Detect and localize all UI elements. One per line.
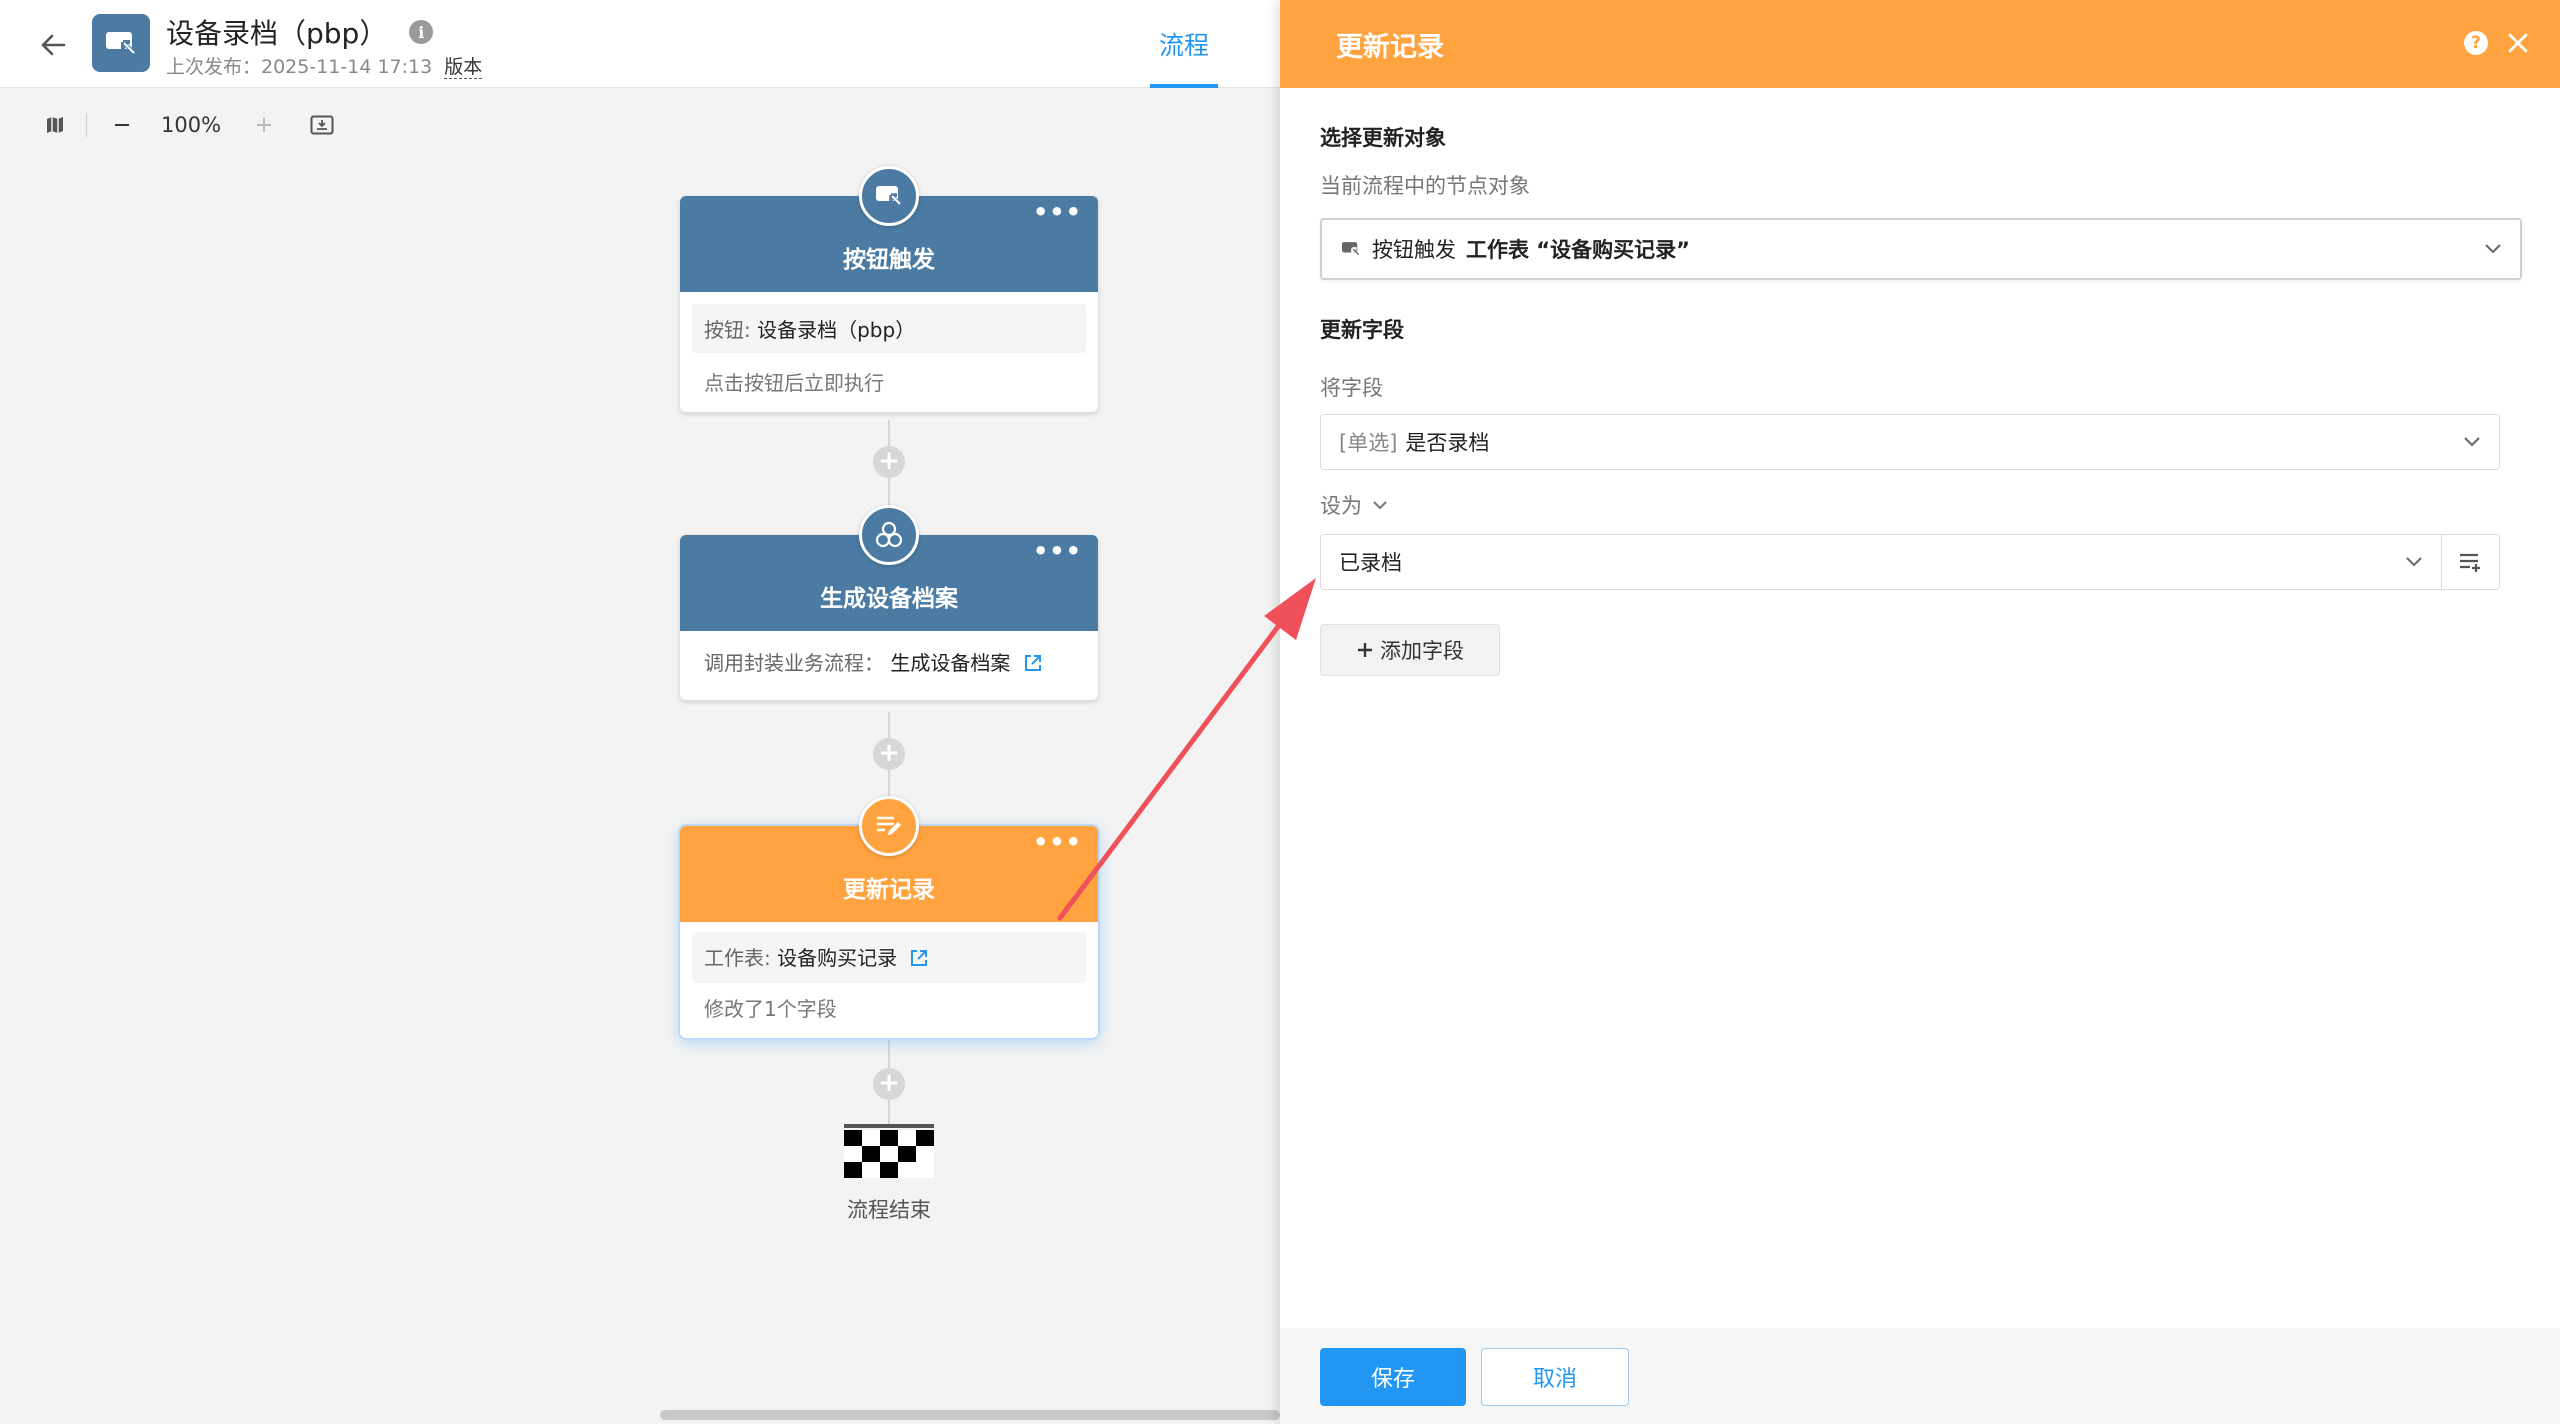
version-link[interactable]: 版本 (444, 56, 483, 79)
node-desc: 点击按钮后立即执行 (704, 371, 884, 395)
target-label: 当前流程中的节点对象 (1320, 174, 1530, 198)
more-icon[interactable]: ••• (1033, 830, 1082, 854)
fit-screen-icon[interactable] (305, 108, 339, 142)
zoom-in-icon[interactable] (247, 108, 281, 142)
field-value: 是否录档 (1405, 431, 1490, 455)
button-label: 按钮: (704, 318, 751, 342)
panel-title: 更新记录 (1336, 31, 1444, 63)
cursor-click-icon (1342, 242, 1361, 257)
last-publish-text: 上次发布：2025-11-14 17:13 (166, 56, 433, 78)
zoom-level: 100% (161, 113, 222, 137)
chevron-down-icon (2406, 557, 2422, 567)
set-label: 设为 (1320, 494, 1362, 518)
node-title: 按钮触发 (843, 247, 935, 273)
node-detail: 按钮: 设备录档（pbp） (692, 304, 1086, 353)
field-select[interactable]: [单选] 是否录档 (1320, 414, 2500, 470)
button-value: 设备录档（pbp） (757, 318, 916, 342)
chevron-down-icon (1373, 501, 1387, 510)
node-detail: 工作表: 设备购买记录 (692, 932, 1086, 983)
node-body: 按钮: 设备录档（pbp） 点击按钮后立即执行 (680, 292, 1098, 412)
fields-section-title: 更新字段 (1320, 318, 1404, 342)
target-node-name: 按钮触发 (1372, 238, 1456, 262)
back-arrow-icon[interactable] (34, 26, 72, 64)
set-mode-toggle[interactable]: 设为 (1320, 490, 1388, 520)
help-icon[interactable]: ? (2464, 31, 2488, 55)
sheet-value: 设备购买记录 (777, 946, 898, 970)
cancel-button[interactable]: 取消 (1481, 1348, 1629, 1406)
horizontal-scrollbar[interactable] (660, 1410, 1280, 1420)
more-icon[interactable]: ••• (1033, 200, 1082, 224)
app-title: 设备录档（pbp） i (166, 12, 434, 52)
add-field-button[interactable]: 添加字段 (1320, 624, 1500, 676)
sheet-label: 工作表: (704, 946, 771, 970)
app-header: 设备录档（pbp） i 上次发布：2025-11-14 17:13 版本 流程 (0, 0, 1280, 88)
field-type-tag: [单选] (1339, 431, 1398, 455)
add-node-button[interactable]: + (873, 1068, 905, 1100)
close-icon[interactable] (2504, 29, 2532, 57)
panel-header: 更新记录 ? (1280, 0, 2560, 88)
field-list-icon (2459, 553, 2480, 572)
target-object-select[interactable]: 按钮触发 工作表 “设备购买记录” (1320, 218, 2522, 280)
end-label: 流程结束 (847, 1198, 931, 1222)
node-detail: 调用封装业务流程： 生成设备档案 (692, 647, 1086, 678)
panel-footer: 保存 取消 (1280, 1328, 2560, 1424)
add-field-label: 添加字段 (1380, 639, 1464, 663)
set-value: 已录档 (1339, 551, 1402, 575)
map-icon[interactable] (38, 108, 72, 142)
node-title: 更新记录 (843, 877, 935, 903)
node-body: 工作表: 设备购买记录 修改了1个字段 (680, 922, 1098, 1038)
cursor-click-icon (859, 166, 919, 226)
external-link-icon[interactable] (1023, 653, 1043, 678)
external-link-icon[interactable] (909, 948, 929, 973)
canvas-toolbar: 100% (38, 108, 339, 142)
toolbar-divider (86, 113, 87, 137)
edit-record-icon (859, 796, 919, 856)
chevron-down-icon (2485, 244, 2501, 254)
chevron-down-icon (2464, 437, 2480, 447)
dynamic-value-button[interactable] (2442, 534, 2500, 590)
add-node-button[interactable]: + (873, 738, 905, 770)
save-button[interactable]: 保存 (1320, 1348, 1466, 1406)
node-button-trigger[interactable]: 按钮触发 ••• 按钮: 设备录档（pbp） 点击按钮后立即执行 (680, 196, 1098, 412)
tab-flow[interactable]: 流程 (1150, 0, 1218, 88)
zoom-out-icon[interactable] (105, 108, 139, 142)
call-value: 生成设备档案 (890, 651, 1011, 675)
finish-flag-icon (844, 1124, 934, 1178)
app-title-text: 设备录档（pbp） (166, 17, 388, 50)
field-label: 将字段 (1320, 376, 1383, 400)
add-node-button[interactable]: + (873, 446, 905, 478)
node-title: 生成设备档案 (820, 586, 958, 612)
node-body: 调用封装业务流程： 生成设备档案 (680, 631, 1098, 700)
target-section-title: 选择更新对象 (1320, 126, 1446, 150)
app-logo-icon (92, 14, 150, 72)
plus-icon (1358, 643, 1372, 657)
set-value-select[interactable]: 已录档 (1320, 534, 2442, 590)
more-icon[interactable]: ••• (1033, 539, 1082, 563)
subprocess-icon (859, 505, 919, 565)
call-label: 调用封装业务流程： (704, 651, 884, 675)
info-icon[interactable]: i (409, 20, 434, 44)
update-record-panel: 更新记录 ? 选择更新对象 当前流程中的节点对象 按钮触发 工作表 “设备购买记… (1280, 0, 2560, 1424)
publish-info: 上次发布：2025-11-14 17:13 版本 (166, 52, 483, 79)
node-update-record[interactable]: 更新记录 ••• 工作表: 设备购买记录 修改了1个字段 (680, 826, 1098, 1038)
node-desc: 修改了1个字段 (704, 997, 837, 1021)
target-value: 工作表 “设备购买记录” (1466, 238, 1690, 262)
